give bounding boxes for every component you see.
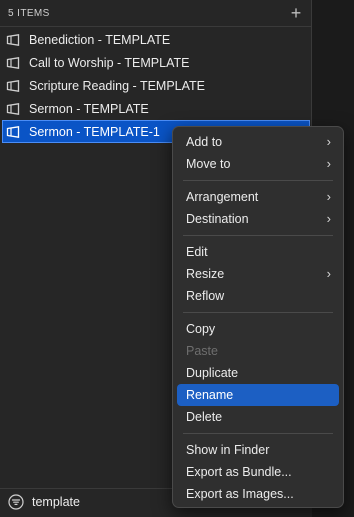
menu-item-rename[interactable]: Rename (177, 384, 339, 406)
menu-item-show-in-finder[interactable]: Show in Finder (177, 439, 339, 461)
menu-item-export-images[interactable]: Export as Images... (177, 483, 339, 505)
filter-input[interactable]: template (32, 495, 80, 509)
menu-item-edit[interactable]: Edit (177, 241, 339, 263)
list-item[interactable]: Benediction - TEMPLATE (0, 28, 312, 51)
document-icon (6, 33, 22, 46)
menu-item-arrangement[interactable]: Arrangement › (177, 186, 339, 208)
document-icon (6, 102, 22, 115)
context-menu: Add to › Move to › Arrangement › Destina… (172, 126, 344, 508)
menu-item-paste[interactable]: Paste (177, 340, 339, 362)
menu-item-resize[interactable]: Resize › (177, 263, 339, 285)
menu-item-add-to[interactable]: Add to › (177, 131, 339, 153)
menu-item-export-bundle[interactable]: Export as Bundle... (177, 461, 339, 483)
list-item-label: Benediction - TEMPLATE (29, 32, 171, 47)
menu-item-label: Edit (186, 245, 208, 259)
plus-icon: + (290, 3, 302, 23)
menu-item-label: Arrangement (186, 190, 259, 204)
items-count-label: 5 ITEMS (8, 8, 50, 19)
filter-icon[interactable] (8, 494, 24, 510)
menu-item-copy[interactable]: Copy (177, 318, 339, 340)
chevron-right-icon: › (326, 156, 331, 171)
add-item-button[interactable]: + (286, 3, 306, 23)
menu-item-label: Rename (186, 388, 234, 402)
menu-item-label: Reflow (186, 289, 225, 303)
chevron-right-icon: › (326, 211, 331, 226)
menu-item-label: Show in Finder (186, 443, 270, 457)
menu-separator (183, 235, 333, 236)
panel-header: 5 ITEMS + (0, 0, 312, 27)
menu-item-label: Destination (186, 212, 249, 226)
document-icon (6, 56, 22, 69)
menu-item-label: Delete (186, 410, 223, 424)
menu-item-delete[interactable]: Delete (177, 406, 339, 428)
list-item-label: Sermon - TEMPLATE (29, 101, 149, 116)
list-item[interactable]: Scripture Reading - TEMPLATE (0, 74, 312, 97)
list-item-label: Scripture Reading - TEMPLATE (29, 78, 205, 93)
menu-item-reflow[interactable]: Reflow (177, 285, 339, 307)
menu-item-label: Export as Bundle... (186, 465, 292, 479)
list-item[interactable]: Sermon - TEMPLATE (0, 97, 312, 120)
list-item[interactable]: Call to Worship - TEMPLATE (0, 51, 312, 74)
list-item-label: Sermon - TEMPLATE-1 (29, 124, 160, 139)
menu-item-label: Move to (186, 157, 231, 171)
chevron-right-icon: › (326, 189, 331, 204)
menu-item-label: Duplicate (186, 366, 239, 380)
menu-item-duplicate[interactable]: Duplicate (177, 362, 339, 384)
menu-item-label: Paste (186, 344, 218, 358)
chevron-right-icon: › (326, 266, 331, 281)
list-item-label: Call to Worship - TEMPLATE (29, 55, 190, 70)
chevron-right-icon: › (326, 134, 331, 149)
menu-item-label: Resize (186, 267, 225, 281)
menu-item-label: Export as Images... (186, 487, 294, 501)
menu-item-label: Add to (186, 135, 223, 149)
menu-separator (183, 312, 333, 313)
menu-item-move-to[interactable]: Move to › (177, 153, 339, 175)
document-icon (6, 79, 22, 92)
menu-item-destination[interactable]: Destination › (177, 208, 339, 230)
menu-separator (183, 433, 333, 434)
menu-item-label: Copy (186, 322, 216, 336)
document-icon (6, 125, 22, 138)
menu-separator (183, 180, 333, 181)
